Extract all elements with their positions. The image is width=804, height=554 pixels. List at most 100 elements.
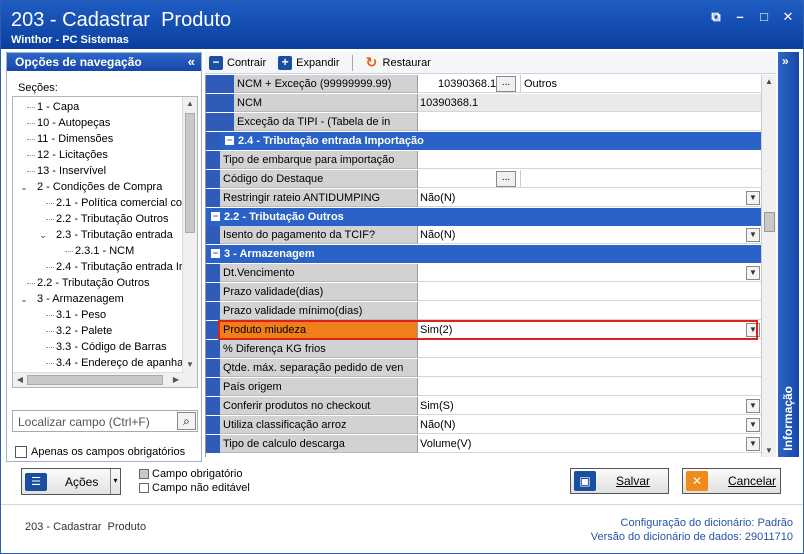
field-value[interactable]: Não(N) ▼ [418, 226, 761, 244]
checkbox-box[interactable] [15, 446, 27, 458]
collapse-left-icon[interactable]: « [188, 53, 195, 71]
tree-vertical-scrollbar[interactable]: ▲ ▼ [182, 97, 197, 387]
field-value[interactable] [418, 301, 761, 320]
minus-icon: − [209, 55, 223, 70]
field-value[interactable]: Não(N) ▼ [418, 415, 761, 434]
scroll-right-icon[interactable]: ▶ [169, 373, 183, 387]
lookup-button[interactable]: ... [496, 170, 516, 187]
chevron-down-icon[interactable]: ⌄ [38, 227, 48, 243]
scroll-left-icon[interactable]: ◀ [13, 373, 27, 387]
legend-required-swatch [139, 469, 149, 479]
search-icon[interactable]: ⌕ [177, 412, 196, 430]
navigation-panel: Opções de navegação « Seções: 1 - Capa 10… [6, 52, 202, 462]
scroll-down-icon[interactable]: ▼ [183, 358, 197, 372]
tree-connector [27, 123, 35, 124]
row-gutter [206, 94, 234, 112]
information-panel[interactable]: » Informação [778, 52, 799, 457]
field-value[interactable] [418, 113, 761, 131]
tree-item[interactable]: ⌄ 2 - Condições de Compra [13, 179, 183, 195]
chevron-down-icon[interactable]: ▼ [746, 436, 760, 451]
field-value-text: Não(N) [420, 418, 456, 431]
collapse-button[interactable]: − Contrair [209, 55, 266, 70]
tree-item-label: 2 - Condições de Compra [37, 181, 163, 193]
collapse-section-icon[interactable]: − [211, 211, 220, 221]
field-value[interactable] [418, 358, 761, 377]
tree-item[interactable]: 3.2 - Palete [13, 323, 183, 339]
field-value[interactable] [418, 282, 761, 301]
tree-horizontal-scrollbar[interactable]: ◀ ▶ [13, 372, 183, 387]
row-gutter [206, 415, 220, 434]
field-name: Dt.Vencimento [220, 263, 418, 282]
restore-size-icon[interactable]: ⧉ [709, 10, 723, 24]
grid-scroll-thumb[interactable] [764, 212, 775, 232]
grid-scroll-up-icon[interactable]: ▲ [762, 77, 776, 86]
field-legend: Campo obrigatório Campo não editável [139, 467, 250, 495]
field-value[interactable] [418, 339, 761, 358]
tree-item[interactable]: 2.2 - Tributação Outros [13, 211, 183, 227]
actions-button[interactable]: ☰ Ações ▾ [21, 468, 121, 495]
collapse-section-icon[interactable]: − [211, 249, 220, 258]
tree-item[interactable]: 3.4 - Endereço de apanha [13, 355, 183, 371]
grid-field-row: Dt.Vencimento ▼ [206, 263, 761, 282]
save-button[interactable]: ▣ Salvar [570, 468, 669, 494]
actions-dropdown-icon[interactable]: ▾ [110, 469, 120, 494]
collapse-section-icon[interactable]: − [225, 136, 234, 145]
row-gutter [206, 263, 220, 282]
grid-section-header[interactable]: −3 - Armazenagem [206, 245, 761, 263]
field-value[interactable]: Não(N) ▼ [418, 188, 761, 207]
legend-not-editable-label: Campo não editável [152, 482, 250, 494]
search-field[interactable]: Localizar campo (Ctrl+F) ⌕ [12, 410, 198, 432]
field-value[interactable]: Sim(S) ▼ [418, 396, 761, 415]
tree-item[interactable]: 10 - Autopeças [13, 115, 183, 131]
tree-item[interactable]: 12 - Licitações [13, 147, 183, 163]
tree-item[interactable]: 3.1 - Peso [13, 307, 183, 323]
chevron-down-icon[interactable]: ▼ [746, 417, 760, 432]
plus-icon: + [278, 55, 293, 70]
chevron-down-icon[interactable]: ▼ [746, 228, 760, 242]
field-value[interactable] [418, 377, 761, 396]
tree-item[interactable]: 1 - Capa [13, 99, 183, 115]
field-value[interactable] [418, 150, 761, 169]
grid-section-header[interactable]: −2.2 - Tributação Outros [206, 207, 761, 226]
tree-item[interactable]: ⌄ 3 - Armazenagem [13, 291, 183, 307]
grid-scroll-down-icon[interactable]: ▼ [762, 446, 776, 455]
grid-vertical-scrollbar[interactable]: ▲ ▼ [761, 75, 776, 457]
expand-right-icon[interactable]: » [782, 54, 789, 68]
scroll-thumb[interactable] [185, 113, 195, 233]
field-name: Isento do pagamento da TCIF? [220, 226, 418, 244]
tree-item[interactable]: 3.3 - Código de Barras [13, 339, 183, 355]
expand-button[interactable]: + Expandir [278, 55, 340, 70]
tree-item[interactable]: 2.2 - Tributação Outros [13, 275, 183, 291]
chevron-down-icon[interactable]: ⌄ [19, 179, 29, 195]
chevron-down-icon[interactable]: ⌄ [19, 291, 29, 307]
tree-item[interactable]: 11 - Dimensões [13, 131, 183, 147]
cancel-x-icon: ✕ [686, 471, 708, 491]
scroll-up-icon[interactable]: ▲ [183, 97, 197, 111]
restore-button[interactable]: ↻ Restaurar [365, 55, 431, 70]
tree-item[interactable]: ⌄ 2.3 - Tributação entrada [13, 227, 183, 243]
cancel-button[interactable]: ✕ Cancelar [682, 468, 781, 494]
only-required-checkbox[interactable]: Apenas os campos obrigatórios [15, 446, 185, 458]
maximize-icon[interactable]: □ [757, 10, 771, 24]
row-gutter [206, 75, 234, 93]
field-value[interactable]: Volume(V) ▼ [418, 434, 761, 453]
field-name: Código do Destaque [220, 169, 418, 188]
tree-item[interactable]: 2.1 - Política comercial com [13, 195, 183, 211]
field-value[interactable]: ... [418, 169, 761, 188]
field-name: Tipo de calculo descarga [220, 434, 418, 453]
lookup-button[interactable]: ... [496, 76, 516, 92]
hscroll-thumb[interactable] [27, 375, 163, 385]
close-icon[interactable]: ✕ [781, 10, 795, 24]
chevron-down-icon[interactable]: ▼ [746, 190, 760, 205]
tree-item[interactable]: 2.4 - Tributação entrada Ir [13, 259, 183, 275]
field-value[interactable]: 10390368.1... Outros [418, 75, 761, 93]
dict-config-label: Configuração do dicionário: [620, 517, 755, 529]
field-value[interactable]: ▼ [418, 263, 761, 282]
tree-item[interactable]: 13 - Inservível [13, 163, 183, 179]
chevron-down-icon[interactable]: ▼ [746, 398, 760, 413]
grid-section-header[interactable]: −2.4 - Tributação entrada Importação [206, 132, 761, 150]
chevron-down-icon[interactable]: ▼ [746, 265, 760, 280]
minimize-icon[interactable]: – [733, 10, 747, 24]
tree-item[interactable]: 2.3.1 - NCM [13, 243, 183, 259]
grid-field-row: Código do Destaque... [206, 169, 761, 188]
